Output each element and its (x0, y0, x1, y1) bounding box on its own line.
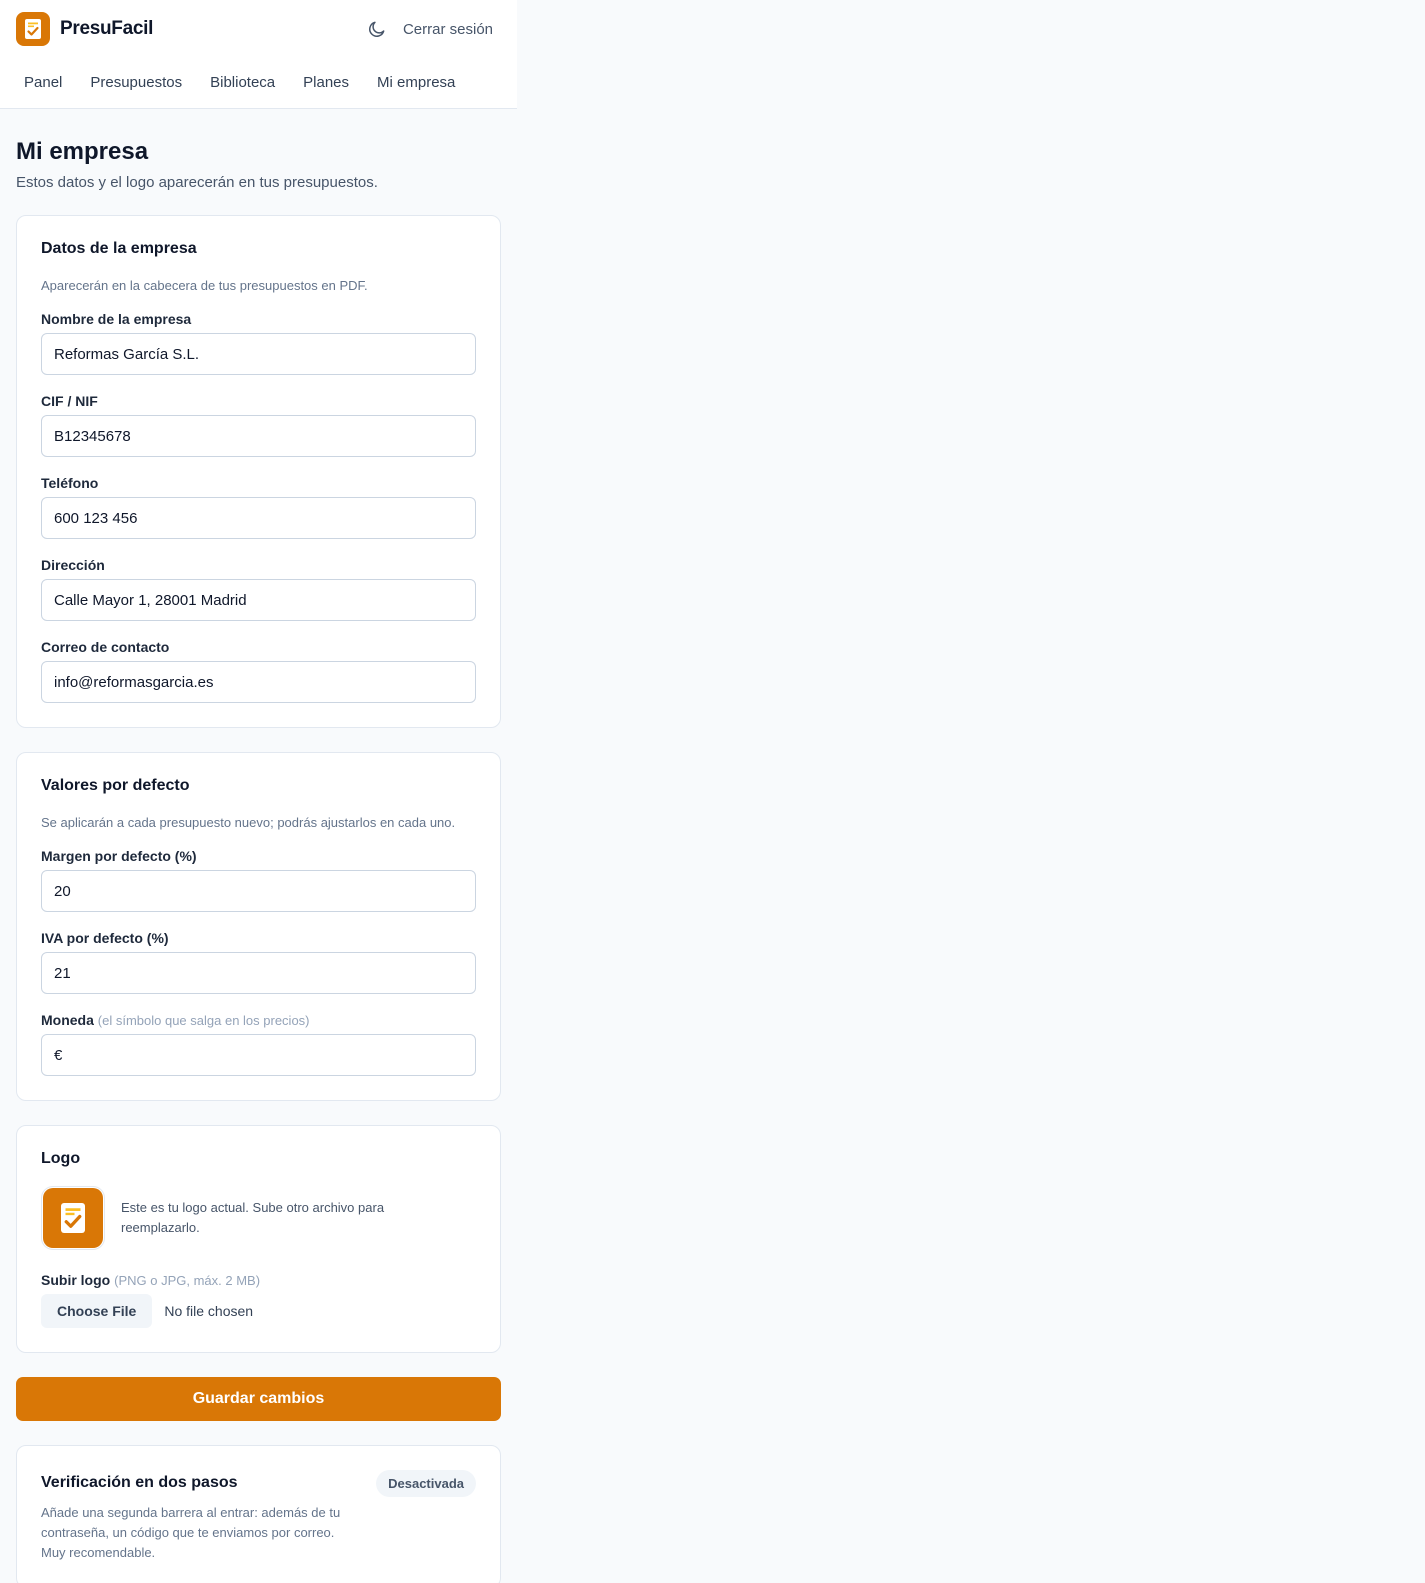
twofa-title: Verificación en dos pasos (41, 1474, 238, 1491)
company-card: Datos de la empresa Aparecerán en la cab… (16, 215, 501, 728)
upload-hint: (PNG o JPG, máx. 2 MB) (114, 1273, 261, 1288)
address-input[interactable] (41, 579, 476, 621)
logo-preview-row: Este es tu logo actual. Sube otro archiv… (41, 1186, 476, 1250)
currency-label: Moneda (41, 1012, 94, 1028)
page-subtitle: Estos datos y el logo aparecerán en tus … (16, 174, 378, 191)
company-name-label: Nombre de la empresa (41, 311, 192, 327)
currency-input[interactable] (41, 1034, 476, 1076)
topbar: PresuFacil Cerrar sesión Panel Presupues… (0, 0, 517, 109)
twofa-description: Añade una segunda barrera al entrar: ade… (41, 1505, 341, 1560)
nav-item-biblioteca[interactable]: Biblioteca (210, 74, 275, 91)
upload-label-row: Subir logo (PNG o JPG, máx. 2 MB) (41, 1272, 476, 1288)
company-name-input[interactable] (41, 333, 476, 375)
brand-logo-icon (16, 12, 50, 46)
choose-file-button[interactable]: Choose File (41, 1294, 153, 1328)
defaults-card-description: Se aplicarán a cada presupuesto nuevo; p… (41, 815, 456, 830)
vat-input[interactable] (41, 952, 476, 994)
email-input[interactable] (41, 661, 476, 703)
nav-item-mi-empresa[interactable]: Mi empresa (377, 74, 455, 91)
twofa-card: Verificación en dos pasos Desactivada Añ… (16, 1445, 501, 1583)
email-label: Correo de contacto (41, 639, 170, 655)
brand[interactable]: PresuFacil (16, 12, 153, 46)
currency-label-row: Moneda (el símbolo que salga en los prec… (41, 1012, 476, 1028)
logo-preview (41, 1186, 105, 1250)
page-title: Mi empresa (16, 138, 149, 165)
current-logo-icon (43, 1188, 103, 1248)
twofa-header: Verificación en dos pasos Desactivada (41, 1470, 476, 1497)
file-status: No file chosen (164, 1303, 254, 1319)
phone-label: Teléfono (41, 475, 99, 491)
company-card-title: Datos de la empresa (41, 240, 197, 257)
save-button[interactable]: Guardar cambios (16, 1377, 501, 1421)
logout-button[interactable]: Cerrar sesión (403, 21, 493, 38)
upload-label: Subir logo (41, 1272, 111, 1288)
nav-item-panel[interactable]: Panel (24, 74, 62, 91)
nav-item-planes[interactable]: Planes (303, 74, 349, 91)
defaults-card-title: Valores por defecto (41, 777, 190, 794)
vat-label: IVA por defecto (%) (41, 930, 169, 946)
main-nav: Panel Presupuestos Biblioteca Planes Mi … (24, 74, 483, 91)
tax-id-label: CIF / NIF (41, 393, 98, 409)
moon-icon[interactable] (365, 17, 389, 41)
top-actions: Cerrar sesión (365, 17, 493, 41)
status-badge: Desactivada (376, 1470, 476, 1497)
phone-input[interactable] (41, 497, 476, 539)
margin-input[interactable] (41, 870, 476, 912)
currency-hint: (el símbolo que salga en los precios) (97, 1013, 310, 1028)
brand-name: PresuFacil (60, 18, 154, 39)
company-card-description: Aparecerán en la cabecera de tus presupu… (41, 278, 368, 293)
logo-card-title: Logo (41, 1150, 81, 1167)
nav-item-presupuestos[interactable]: Presupuestos (90, 74, 182, 91)
address-label: Dirección (41, 557, 105, 573)
logo-current-text: Este es tu logo actual. Sube otro archiv… (121, 1200, 385, 1235)
margin-label: Margen por defecto (%) (41, 848, 197, 864)
main-content: Mi empresa Estos datos y el logo aparece… (0, 138, 517, 1583)
app: PresuFacil Cerrar sesión Panel Presupues… (0, 0, 517, 1583)
defaults-card: Valores por defecto Se aplicarán a cada … (16, 752, 501, 1101)
logo-card: Logo Este es tu logo actual. Sube otro a… (16, 1125, 501, 1353)
file-input: Choose File No file chosen (41, 1294, 476, 1328)
tax-id-input[interactable] (41, 415, 476, 457)
